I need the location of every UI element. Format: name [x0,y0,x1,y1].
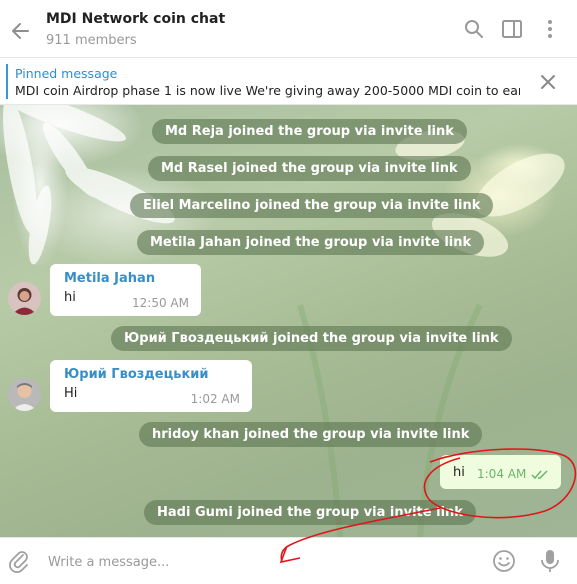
system-message-join: Metila Jahan joined the group via invite… [137,230,485,255]
search-button[interactable] [461,16,487,42]
outgoing-message-bubble[interactable]: hi 1:04 AM [440,455,561,489]
paperclip-icon [9,551,28,573]
system-message-join: Eliel Marcelino joined the group via inv… [130,193,494,218]
pinned-title: Pinned message [15,66,118,81]
system-message-join: Md Rasel joined the group via invite lin… [148,156,471,181]
read-double-check-icon [531,470,548,480]
incoming-message-bubble[interactable]: Юрий Гвоздецький Hi 1:02 AM [50,360,252,412]
pinned-text: MDI coin Airdrop phase 1 is now live We'… [15,83,520,98]
more-options-button[interactable] [537,16,563,42]
message-time: 1:04 AM [477,467,527,481]
microphone-icon [541,550,559,572]
pinned-close-button[interactable] [536,70,560,94]
pinned-message-bar[interactable]: Pinned message MDI coin Airdrop phase 1 … [0,58,577,105]
message-time: 1:02 AM [190,392,240,406]
system-message-join: Юрий Гвоздецький joined the group via in… [111,326,512,351]
sender-name[interactable]: Юрий Гвоздецький [64,367,209,382]
sidebar-toggle-button[interactable] [499,16,525,42]
system-message-join: hridoy khan joined the group via invite … [139,422,483,447]
smiley-icon [493,550,515,572]
chat-title[interactable]: MDI Network coin chat [46,11,225,27]
back-button[interactable] [6,16,36,46]
close-icon [541,75,555,89]
telegram-chat-window: MDI Network coin chat 911 members Pinned [0,0,577,584]
message-text: hi [64,290,76,305]
search-icon [465,20,483,38]
avatar-metila-jahan[interactable] [8,282,41,315]
message-text: Hi [64,386,78,401]
emoji-button[interactable] [490,547,518,575]
voice-record-button[interactable] [537,547,563,575]
sender-name[interactable]: Metila Jahan [64,271,155,286]
pinned-accent-bar [6,64,8,99]
incoming-message-bubble[interactable]: Metila Jahan hi 12:50 AM [50,264,201,316]
more-vertical-icon [548,20,552,38]
system-message-join: Md Reja joined the group via invite link [152,119,467,144]
chat-header: MDI Network coin chat 911 members [0,0,577,58]
member-count[interactable]: 911 members [46,33,137,48]
attach-button[interactable] [6,548,32,574]
system-message-join: Hadi Gumi joined the group via invite li… [144,500,476,525]
message-text: hi [453,465,465,480]
message-composer [0,537,577,584]
sidebar-panel-icon [502,20,522,38]
avatar-yuriy[interactable] [8,378,41,411]
message-input[interactable] [46,548,470,576]
back-arrow-icon [12,23,29,39]
message-list[interactable]: Md Reja joined the group via invite link… [0,105,577,537]
message-time: 12:50 AM [132,296,189,310]
